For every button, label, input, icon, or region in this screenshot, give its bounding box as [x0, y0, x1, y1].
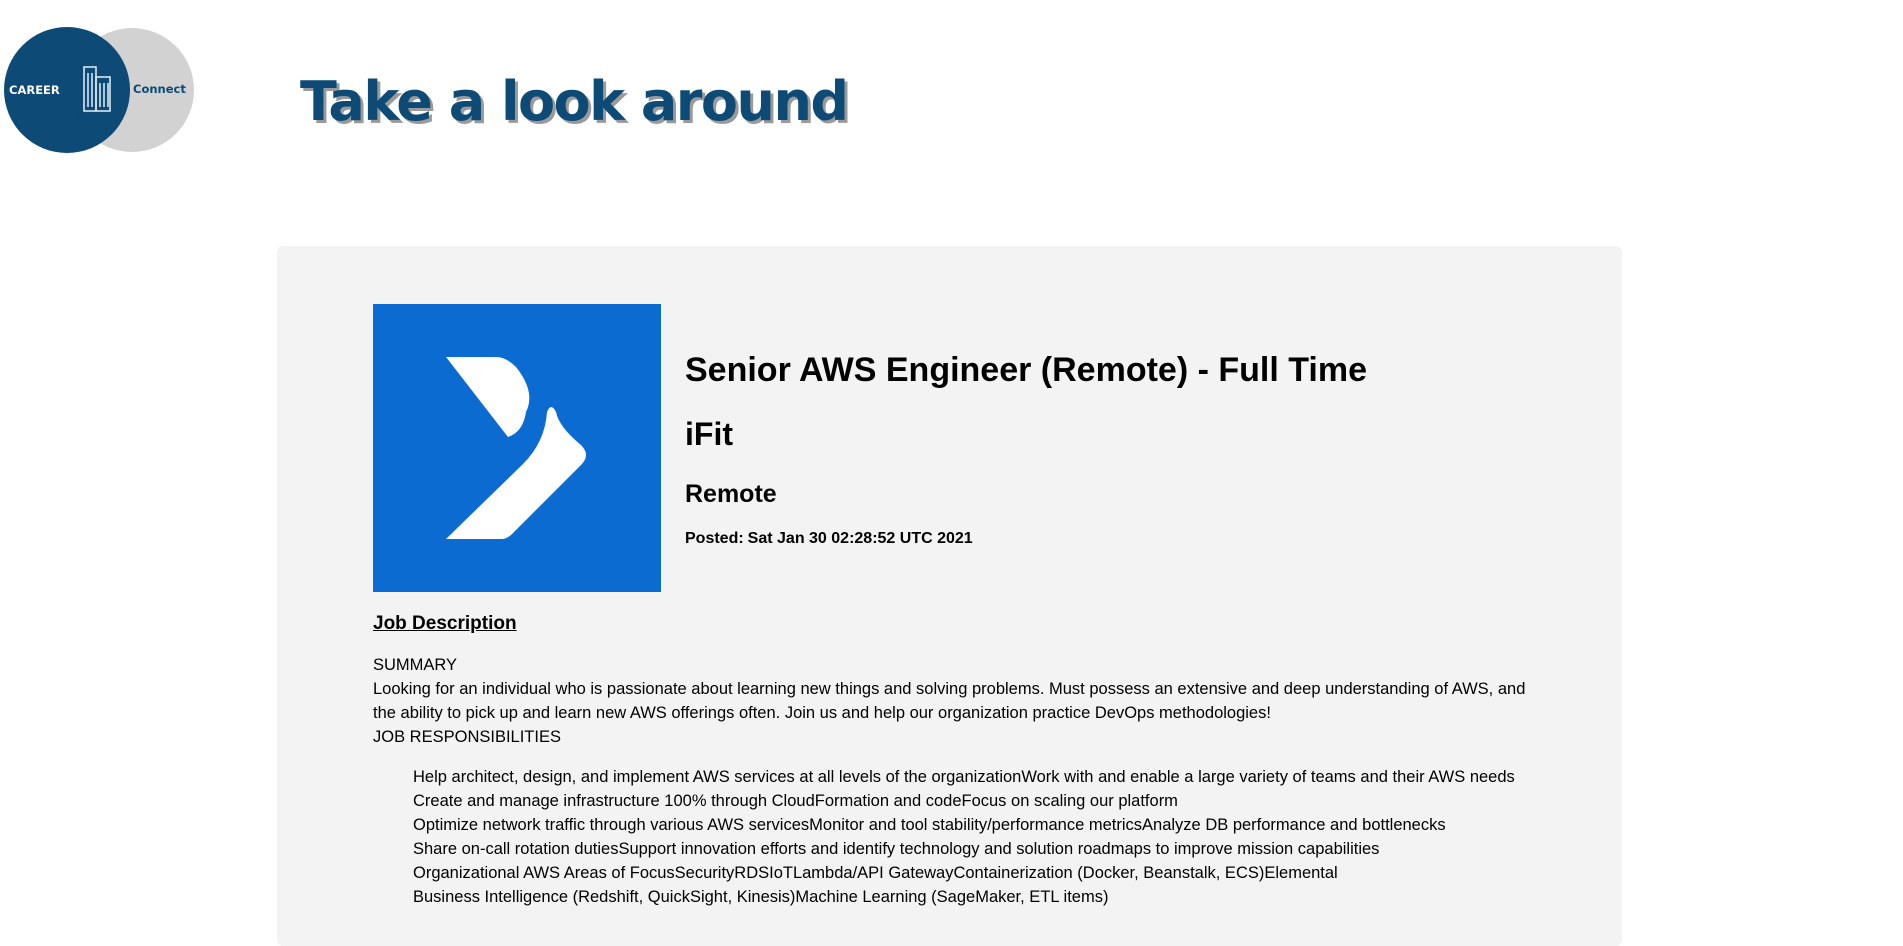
job-title: Senior AWS Engineer (Remote) - Full Time [685, 351, 1367, 389]
career-connect-logo[interactable]: CAREER Connect [4, 27, 194, 153]
company-logo [373, 304, 661, 592]
job-description-heading: Job Description [373, 613, 517, 634]
summary-text: Looking for an individual who is passion… [373, 680, 1526, 722]
job-detail-card: Senior AWS Engineer (Remote) - Full Time… [277, 246, 1622, 946]
logo-text-connect: Connect [133, 82, 186, 96]
posted-date: Posted: Sat Jan 30 02:28:52 UTC 2021 [685, 530, 973, 548]
posted-label: Posted: [685, 530, 744, 547]
responsibilities-list: Help architect, design, and implement AW… [373, 765, 1543, 909]
responsibilities-heading: JOB RESPONSIBILITIES [373, 728, 561, 746]
logo-text-career: CAREER [9, 83, 60, 97]
list-item: Help architect, design, and implement AW… [413, 768, 1515, 786]
page-title: Take a look around [300, 70, 849, 133]
chevron-right-icon [446, 357, 586, 539]
list-item: Optimize network traffic through various… [413, 816, 1446, 834]
posted-date-value: Sat Jan 30 02:28:52 UTC 2021 [747, 530, 973, 547]
list-item: Organizational AWS Areas of FocusSecurit… [413, 864, 1338, 882]
company-name: iFit [685, 416, 733, 452]
summary-heading: SUMMARY [373, 656, 458, 674]
job-description: SUMMARY Looking for an individual who is… [373, 653, 1543, 909]
job-location: Remote [685, 480, 777, 508]
list-item: Share on-call rotation dutiesSupport inn… [413, 840, 1380, 858]
list-item: Business Intelligence (Redshift, QuickSi… [413, 888, 1109, 906]
list-item: Create and manage infrastructure 100% th… [413, 792, 1178, 810]
